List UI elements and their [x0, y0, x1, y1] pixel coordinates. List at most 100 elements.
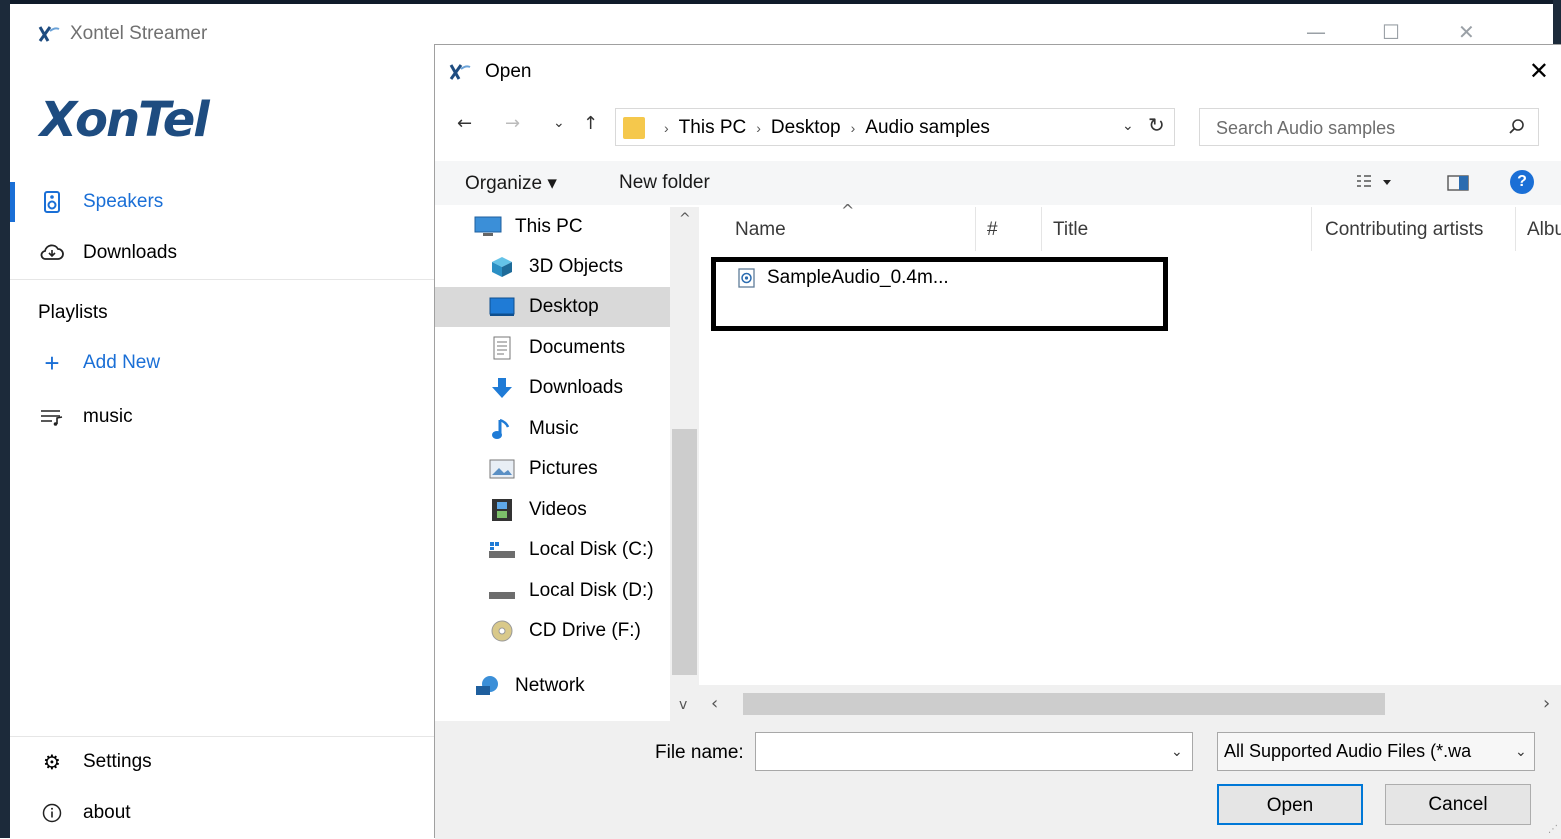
organize-button[interactable]: Organize ▾ [465, 172, 557, 195]
dialog-toolbar: Organize ▾ New folder ? [435, 161, 1561, 205]
tree-item-documents[interactable]: Documents [487, 328, 625, 368]
tree-item-music[interactable]: Music [487, 409, 579, 449]
tree-item-network[interactable]: Network [473, 666, 585, 706]
sidebar-item-label: music [83, 406, 133, 427]
add-new-label: Add New [83, 352, 161, 373]
download-arrow-icon [487, 376, 517, 400]
sidebar-item-music[interactable]: music [10, 397, 434, 437]
sort-ascending-icon: ^ [841, 201, 855, 220]
dialog-close-button[interactable]: ✕ [1529, 57, 1549, 85]
breadcrumb-audio-samples[interactable]: Audio samples [865, 117, 990, 138]
minimize-button[interactable]: — [1306, 20, 1326, 44]
tree-item-label: Local Disk (D:) [529, 580, 654, 601]
column-header-number[interactable]: # [987, 219, 998, 241]
file-name-input[interactable] [755, 732, 1193, 771]
playlists-heading: Playlists [10, 293, 434, 333]
scroll-left-arrow[interactable]: ‹ [711, 693, 718, 714]
preview-pane-icon[interactable] [1447, 173, 1469, 193]
tree-item-videos[interactable]: Videos [487, 490, 587, 530]
drive-c-icon [487, 538, 517, 562]
cancel-button[interactable]: Cancel [1385, 784, 1531, 825]
divider [10, 736, 434, 737]
file-list: ^ Name # Title Contributing artists Albu… [699, 201, 1561, 721]
sidebar-item-speakers[interactable]: Speakers [10, 182, 434, 222]
folder-icon [623, 117, 645, 139]
tree-item-3d-objects[interactable]: 3D Objects [487, 247, 623, 287]
desktop-icon [487, 295, 517, 319]
playlists-heading-label: Playlists [38, 302, 108, 323]
add-new-playlist-button[interactable]: + Add New [10, 343, 434, 383]
pictures-icon [487, 457, 517, 481]
cd-icon [487, 619, 517, 643]
maximize-button[interactable]: ☐ [1382, 20, 1400, 44]
gear-icon: ⚙ [43, 750, 61, 774]
chevron-down-icon[interactable]: ⌄ [1171, 743, 1183, 760]
column-divider [975, 207, 976, 251]
open-button[interactable]: Open [1217, 784, 1363, 825]
tree-item-cd-drive-f[interactable]: CD Drive (F:) [487, 611, 641, 651]
desktop-edge [0, 0, 10, 838]
help-icon[interactable]: ? [1510, 170, 1534, 194]
tree-item-downloads[interactable]: Downloads [487, 368, 623, 408]
xontel-logo-icon [38, 26, 60, 42]
drive-icon [487, 579, 517, 603]
tree-item-this-pc[interactable]: This PC [473, 207, 583, 247]
playlist-icon [37, 408, 67, 426]
search-icon [1509, 119, 1524, 134]
column-divider [1515, 207, 1516, 251]
app-title: Xontel Streamer [70, 23, 208, 44]
breadcrumb-this-pc[interactable]: This PC [679, 117, 747, 138]
tree-item-label: CD Drive (F:) [529, 620, 641, 641]
column-divider [1311, 207, 1312, 251]
search-input[interactable]: Search Audio samples [1216, 118, 1395, 139]
file-item[interactable]: SampleAudio_0.4m... [737, 267, 949, 289]
close-button[interactable]: ✕ [1458, 20, 1475, 44]
active-indicator [10, 182, 15, 222]
refresh-icon[interactable]: ↻ [1148, 113, 1165, 137]
sidebar-item-label: Settings [83, 751, 152, 772]
cube-icon [487, 255, 517, 279]
tree-item-desktop[interactable]: Desktop [435, 287, 670, 327]
network-icon [473, 674, 503, 698]
scroll-right-arrow[interactable]: › [1543, 693, 1550, 714]
audio-file-icon [738, 268, 755, 288]
new-folder-button[interactable]: New folder [619, 172, 710, 194]
column-header-contributing-artists[interactable]: Contributing artists [1325, 219, 1483, 241]
view-options-icon[interactable] [1355, 173, 1399, 193]
navigation-pane: ^ v This PC 3D Objects Desktop Documents Dow… [435, 207, 699, 721]
column-header-name[interactable]: Name [735, 219, 786, 241]
sidebar-item-about[interactable]: about [10, 793, 434, 833]
file-type-filter-select[interactable]: All Supported Audio Files (*.wa [1217, 732, 1535, 771]
scrollbar-thumb[interactable] [743, 693, 1385, 715]
recent-locations-button[interactable]: ⌄ [553, 115, 565, 131]
sidebar-item-label: Speakers [83, 191, 164, 212]
tree-item-pictures[interactable]: Pictures [487, 449, 598, 489]
up-button[interactable]: ↑ [583, 113, 598, 134]
column-header-title[interactable]: Title [1053, 219, 1088, 241]
tree-item-local-disk-c[interactable]: Local Disk (C:) [487, 530, 654, 570]
scrollbar-thumb[interactable] [672, 429, 697, 675]
dialog-footer: File name: ⌄ All Supported Audio Files (… [435, 721, 1561, 839]
column-header-album[interactable]: Albu [1527, 219, 1561, 241]
scroll-up-arrow[interactable]: ^ [679, 211, 691, 227]
search-box[interactable]: Search Audio samples [1199, 108, 1539, 146]
chevron-down-icon[interactable]: ⌄ [1515, 743, 1527, 760]
sidebar-item-settings[interactable]: ⚙ Settings [10, 742, 434, 782]
sidebar-item-downloads[interactable]: Downloads [10, 233, 434, 273]
breadcrumb-desktop[interactable]: Desktop [771, 117, 841, 138]
tree-item-label: Videos [529, 499, 587, 520]
navigation-bar: ← → ⌄ ↑ › This PC › Desktop › Audio samples ⌄… [435, 103, 1561, 149]
back-button[interactable]: ← [457, 113, 472, 134]
scroll-down-arrow[interactable]: v [679, 697, 687, 713]
address-bar[interactable]: › This PC › Desktop › Audio samples ⌄ ↻ [615, 108, 1175, 146]
chevron-down-icon[interactable]: ⌄ [1122, 117, 1134, 134]
tree-item-label: Music [529, 418, 579, 439]
tree-item-label: Pictures [529, 458, 598, 479]
tree-item-label: This PC [515, 216, 583, 237]
tree-item-local-disk-d[interactable]: Local Disk (D:) [487, 571, 654, 611]
tree-item-label: Desktop [529, 296, 599, 317]
music-note-icon [487, 417, 517, 441]
forward-button[interactable]: → [505, 113, 520, 134]
film-icon [487, 498, 517, 522]
resize-grip-icon[interactable]: ⋰ [1548, 824, 1558, 835]
